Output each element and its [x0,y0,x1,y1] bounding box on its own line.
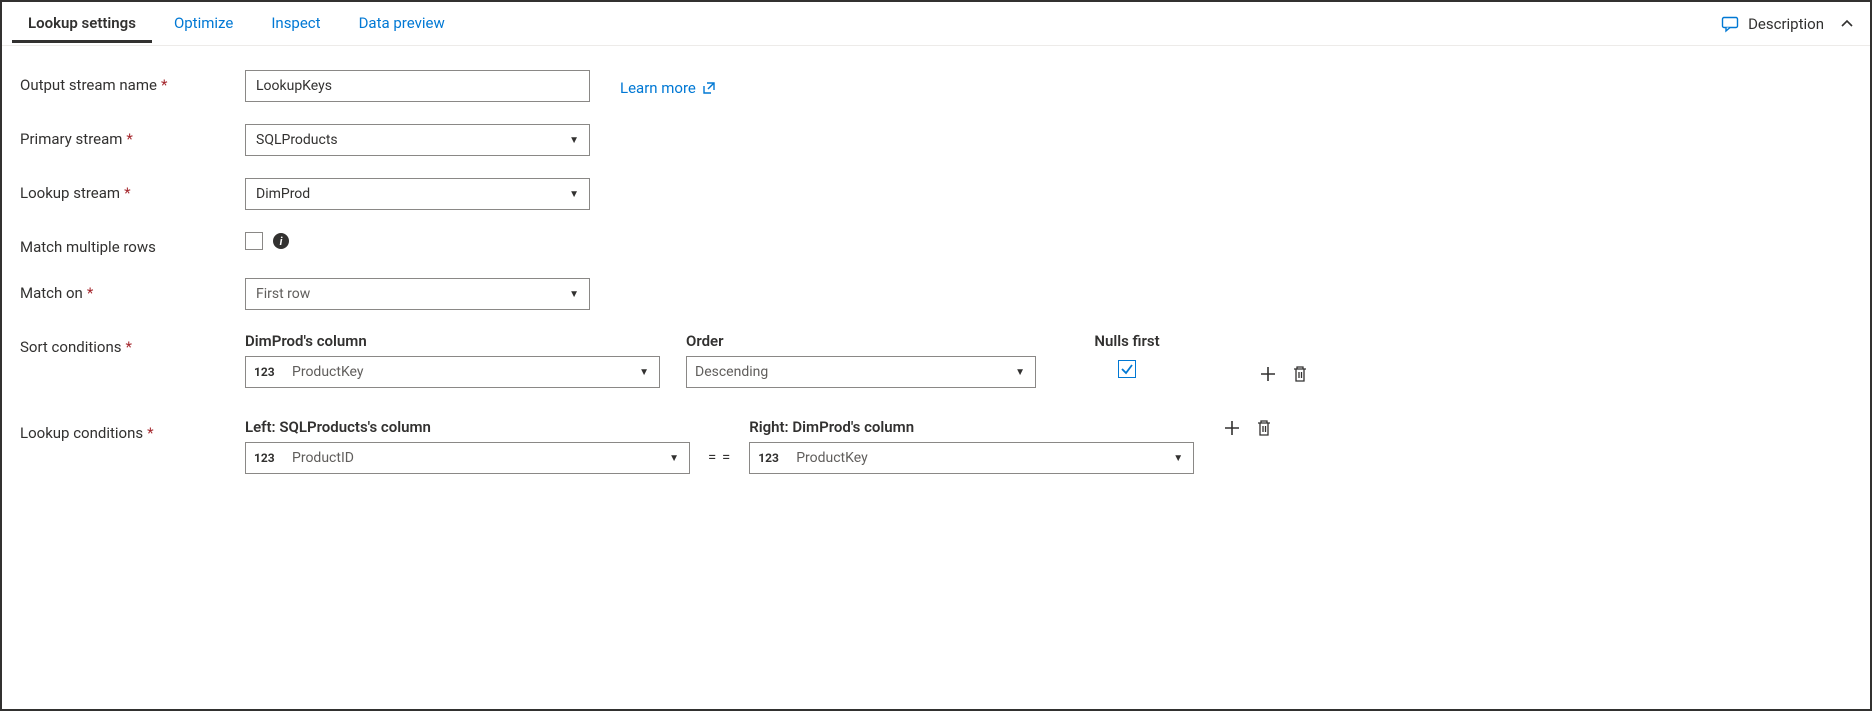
tab-bar: Lookup settings Optimize Inspect Data pr… [2,2,1870,46]
lookup-stream-label: Lookup stream* [20,178,245,202]
comment-icon [1720,14,1740,34]
add-sort-condition-button[interactable] [1258,364,1278,384]
output-stream-name-input[interactable]: LookupKeys [245,70,590,102]
lookup-right-header: Right: DimProd's column [749,418,1194,436]
delete-lookup-condition-button[interactable] [1254,418,1274,438]
chevron-down-icon: ▼ [569,135,579,146]
match-on-select[interactable]: First row ▼ [245,278,590,310]
match-multiple-rows-checkbox[interactable] [245,232,263,250]
sort-order-header: Order [686,332,1036,350]
chevron-down-icon: ▼ [569,289,579,300]
match-on-label: Match on* [20,278,245,302]
info-icon[interactable]: i [273,233,289,249]
learn-more-link[interactable]: Learn more [620,75,716,97]
description-label: Description [1748,15,1824,33]
lookup-right-column-select[interactable]: 123 ProductKey ▼ [749,442,1194,474]
chevron-down-icon: ▼ [639,367,649,378]
tab-lookup-settings[interactable]: Lookup settings [12,4,152,43]
sort-column-header: DimProd's column [245,332,660,350]
lookup-left-header: Left: SQLProducts's column [245,418,690,436]
lookup-stream-select[interactable]: DimProd ▼ [245,178,590,210]
datatype-integer-icon: 123 [254,365,282,379]
output-stream-name-label: Output stream name* [20,70,245,94]
tab-data-preview[interactable]: Data preview [343,4,461,43]
delete-sort-condition-button[interactable] [1290,364,1310,384]
equals-operator: = = [708,448,731,474]
match-multiple-rows-label: Match multiple rows [20,232,245,256]
nulls-first-checkbox[interactable] [1118,360,1136,378]
primary-stream-label: Primary stream* [20,124,245,148]
lookup-conditions-label: Lookup conditions* [20,418,245,442]
chevron-down-icon: ▼ [1173,453,1183,464]
collapse-panel-button[interactable] [1834,17,1860,31]
chevron-down-icon: ▼ [569,189,579,200]
datatype-integer-icon: 123 [254,451,282,465]
add-lookup-condition-button[interactable] [1222,418,1242,438]
tab-optimize[interactable]: Optimize [158,4,249,43]
chevron-down-icon: ▼ [1015,367,1025,378]
sort-column-select[interactable]: 123 ProductKey ▼ [245,356,660,388]
nulls-first-header: Nulls first [1094,332,1159,350]
primary-stream-select[interactable]: SQLProducts ▼ [245,124,590,156]
external-link-icon [702,81,716,95]
lookup-left-column-select[interactable]: 123 ProductID ▼ [245,442,690,474]
chevron-down-icon: ▼ [669,453,679,464]
tab-inspect[interactable]: Inspect [255,4,336,43]
sort-conditions-label: Sort conditions* [20,332,245,356]
datatype-integer-icon: 123 [758,451,786,465]
sort-order-select[interactable]: Descending ▼ [686,356,1036,388]
description-button[interactable]: Description [1710,8,1834,40]
